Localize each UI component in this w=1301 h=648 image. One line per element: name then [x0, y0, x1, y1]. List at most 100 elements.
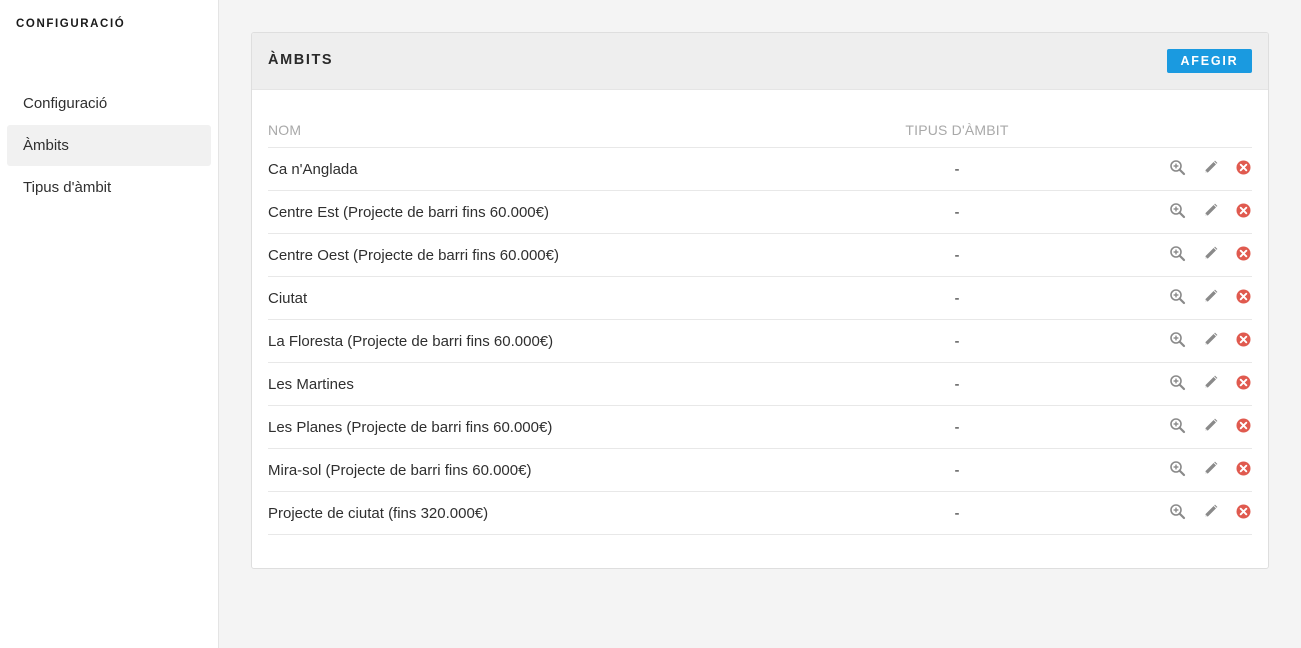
- zoom-in-icon: [1169, 245, 1186, 262]
- row-actions: [1169, 288, 1252, 305]
- row-actions: [1169, 374, 1252, 391]
- edit-button[interactable]: [1202, 503, 1219, 520]
- cell-name: Ciutat: [268, 276, 874, 320]
- row-actions: [1169, 245, 1252, 262]
- view-button[interactable]: [1169, 159, 1186, 176]
- table-row: Centre Est (Projecte de barri fins 60.00…: [268, 190, 1252, 234]
- cell-name: Ca n'Anglada: [268, 147, 874, 191]
- cell-type: -: [874, 448, 1040, 492]
- ambits-panel: ÀMBITS AFEGIR NOM TIPUS D'ÀMBIT Ca n'Ang…: [251, 32, 1269, 569]
- cell-actions: [1040, 276, 1252, 320]
- cell-type: -: [874, 491, 1040, 535]
- panel-title: ÀMBITS: [268, 52, 334, 68]
- cell-name: Mira-sol (Projecte de barri fins 60.000€…: [268, 448, 874, 492]
- delete-button[interactable]: [1235, 503, 1252, 520]
- pencil-icon: [1202, 503, 1219, 520]
- table-row: Ciutat -: [268, 276, 1252, 320]
- delete-circle-icon: [1235, 331, 1252, 348]
- zoom-in-icon: [1169, 288, 1186, 305]
- delete-button[interactable]: [1235, 331, 1252, 348]
- view-button[interactable]: [1169, 417, 1186, 434]
- sidebar-nav: Configuració Àmbits Tipus d'àmbit: [7, 83, 211, 209]
- row-actions: [1169, 460, 1252, 477]
- column-header-actions: [1040, 113, 1252, 148]
- zoom-in-icon: [1169, 417, 1186, 434]
- delete-button[interactable]: [1235, 159, 1252, 176]
- cell-actions: [1040, 448, 1252, 492]
- cell-actions: [1040, 190, 1252, 234]
- cell-name: Centre Est (Projecte de barri fins 60.00…: [268, 190, 874, 234]
- ambits-table: NOM TIPUS D'ÀMBIT Ca n'Anglada - Centre Es…: [268, 113, 1252, 535]
- sidebar: CONFIGURACIÓ Configuració Àmbits Tipus d…: [0, 0, 219, 648]
- zoom-in-icon: [1169, 331, 1186, 348]
- view-button[interactable]: [1169, 503, 1186, 520]
- table-body: Ca n'Anglada - Centre Est (Projecte de bar…: [268, 147, 1252, 535]
- delete-button[interactable]: [1235, 288, 1252, 305]
- table-row: Projecte de ciutat (fins 320.000€) -: [268, 491, 1252, 535]
- sidebar-item-ambits[interactable]: Àmbits: [7, 125, 211, 166]
- cell-actions: [1040, 147, 1252, 191]
- delete-button[interactable]: [1235, 245, 1252, 262]
- delete-circle-icon: [1235, 374, 1252, 391]
- cell-actions: [1040, 491, 1252, 535]
- add-button[interactable]: AFEGIR: [1167, 49, 1252, 73]
- cell-name: Centre Oest (Projecte de barri fins 60.0…: [268, 233, 874, 277]
- table-row: La Floresta (Projecte de barri fins 60.0…: [268, 319, 1252, 363]
- pencil-icon: [1202, 245, 1219, 262]
- view-button[interactable]: [1169, 245, 1186, 262]
- cell-type: -: [874, 319, 1040, 363]
- view-button[interactable]: [1169, 288, 1186, 305]
- edit-button[interactable]: [1202, 202, 1219, 219]
- delete-circle-icon: [1235, 245, 1252, 262]
- view-button[interactable]: [1169, 202, 1186, 219]
- cell-name: Les Planes (Projecte de barri fins 60.00…: [268, 405, 874, 449]
- view-button[interactable]: [1169, 331, 1186, 348]
- cell-type: -: [874, 276, 1040, 320]
- table-row: Mira-sol (Projecte de barri fins 60.000€…: [268, 448, 1252, 492]
- edit-button[interactable]: [1202, 417, 1219, 434]
- edit-button[interactable]: [1202, 374, 1219, 391]
- edit-button[interactable]: [1202, 288, 1219, 305]
- zoom-in-icon: [1169, 159, 1186, 176]
- table-row: Centre Oest (Projecte de barri fins 60.0…: [268, 233, 1252, 277]
- delete-circle-icon: [1235, 503, 1252, 520]
- cell-name: Projecte de ciutat (fins 320.000€): [268, 491, 874, 535]
- table-header-row: NOM TIPUS D'ÀMBIT: [268, 113, 1252, 148]
- delete-circle-icon: [1235, 159, 1252, 176]
- delete-button[interactable]: [1235, 460, 1252, 477]
- cell-type: -: [874, 233, 1040, 277]
- delete-circle-icon: [1235, 288, 1252, 305]
- row-actions: [1169, 159, 1252, 176]
- delete-circle-icon: [1235, 460, 1252, 477]
- delete-circle-icon: [1235, 202, 1252, 219]
- zoom-in-icon: [1169, 202, 1186, 219]
- edit-button[interactable]: [1202, 460, 1219, 477]
- sidebar-item-tipus-ambit[interactable]: Tipus d'àmbit: [7, 167, 211, 208]
- delete-button[interactable]: [1235, 417, 1252, 434]
- cell-type: -: [874, 147, 1040, 191]
- delete-button[interactable]: [1235, 374, 1252, 391]
- sidebar-item-configuracio[interactable]: Configuració: [7, 83, 211, 124]
- edit-button[interactable]: [1202, 331, 1219, 348]
- cell-type: -: [874, 405, 1040, 449]
- delete-button[interactable]: [1235, 202, 1252, 219]
- cell-type: -: [874, 190, 1040, 234]
- pencil-icon: [1202, 202, 1219, 219]
- app-root: CONFIGURACIÓ Configuració Àmbits Tipus d…: [0, 0, 1301, 648]
- pencil-icon: [1202, 331, 1219, 348]
- delete-circle-icon: [1235, 417, 1252, 434]
- edit-button[interactable]: [1202, 159, 1219, 176]
- cell-name: Les Martines: [268, 362, 874, 406]
- cell-actions: [1040, 233, 1252, 277]
- row-actions: [1169, 417, 1252, 434]
- view-button[interactable]: [1169, 460, 1186, 477]
- pencil-icon: [1202, 288, 1219, 305]
- table-row: Les Martines -: [268, 362, 1252, 406]
- pencil-icon: [1202, 159, 1219, 176]
- table-row: Ca n'Anglada -: [268, 147, 1252, 191]
- column-header-type: TIPUS D'ÀMBIT: [874, 113, 1040, 148]
- zoom-in-icon: [1169, 460, 1186, 477]
- edit-button[interactable]: [1202, 245, 1219, 262]
- table-row: Les Planes (Projecte de barri fins 60.00…: [268, 405, 1252, 449]
- view-button[interactable]: [1169, 374, 1186, 391]
